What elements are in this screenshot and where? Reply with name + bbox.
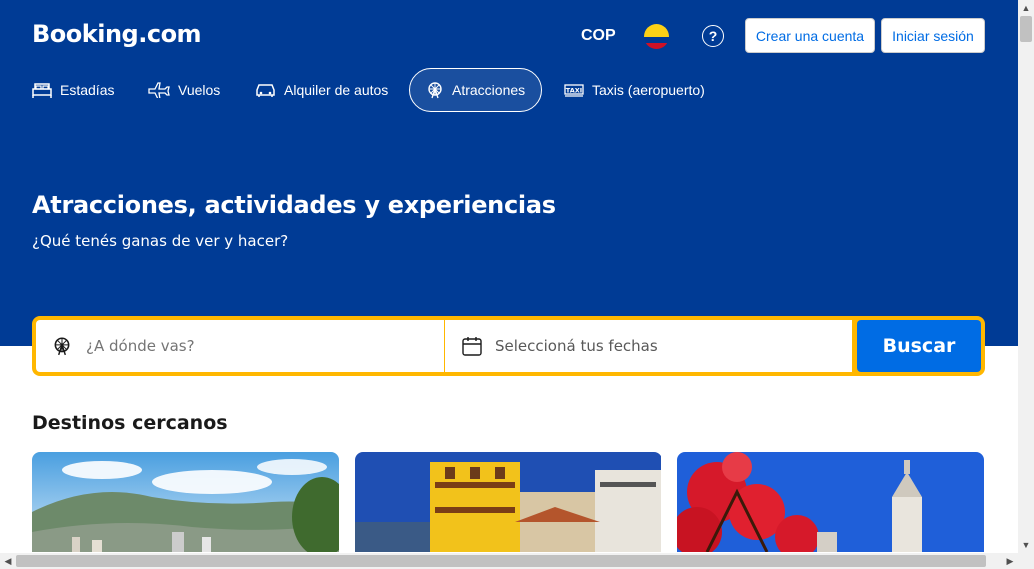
ferris-wheel-icon — [54, 337, 70, 356]
destination-image — [355, 452, 661, 552]
vertical-scrollbar[interactable]: ▲ ▼ — [1018, 0, 1034, 553]
dates-field[interactable]: Seleccioná tus fechas — [445, 320, 852, 372]
page-title: Atracciones, actividades y experiencias — [32, 191, 556, 219]
scroll-right-icon[interactable]: ▶ — [1002, 553, 1018, 569]
booking-logo[interactable]: Booking.com — [32, 20, 202, 48]
destination-image — [677, 452, 984, 552]
create-account-button[interactable]: Crear una cuenta — [745, 18, 875, 53]
nav-attractions[interactable]: Atracciones — [409, 68, 543, 112]
destination-image — [32, 452, 339, 552]
nav-airport-taxis[interactable]: TAXI Taxis (aeropuerto) — [564, 68, 705, 112]
colombia-flag-icon[interactable] — [644, 24, 669, 49]
horizontal-scroll-thumb[interactable] — [16, 555, 986, 567]
horizontal-scrollbar[interactable]: ◀ ▶ — [0, 553, 1034, 569]
bed-icon — [32, 83, 52, 98]
ferris-wheel-icon — [428, 82, 442, 99]
nav-flights[interactable]: Vuelos — [148, 68, 220, 112]
destination-card[interactable] — [32, 452, 339, 552]
nav-stays[interactable]: Estadías — [32, 68, 114, 112]
search-bar: Seleccioná tus fechas Buscar — [32, 316, 985, 376]
currency-selector[interactable]: COP — [581, 27, 616, 45]
hero-banner: Booking.com COP ? Crear una cuenta Inici… — [0, 0, 1018, 346]
search-button[interactable]: Buscar — [857, 320, 981, 372]
nav-label: Taxis (aeropuerto) — [592, 82, 705, 98]
vertical-scroll-thumb[interactable] — [1020, 16, 1032, 42]
nav-label: Alquiler de autos — [284, 82, 389, 98]
destination-card[interactable] — [677, 452, 984, 552]
car-icon — [256, 84, 275, 97]
login-button[interactable]: Iniciar sesión — [881, 18, 985, 53]
nearby-destinations-title: Destinos cercanos — [32, 412, 228, 434]
taxi-icon: TAXI — [564, 84, 584, 97]
svg-text:TAXI: TAXI — [566, 87, 582, 95]
calendar-icon — [462, 337, 482, 356]
nav-label: Vuelos — [178, 82, 221, 98]
scroll-down-icon[interactable]: ▼ — [1018, 537, 1034, 553]
scroll-left-icon[interactable]: ◀ — [0, 553, 16, 569]
nav-car-rental[interactable]: Alquiler de autos — [255, 68, 388, 112]
question-circle-icon[interactable]: ? — [702, 25, 724, 47]
destination-field[interactable] — [36, 320, 444, 372]
plane-icon — [148, 82, 170, 98]
dates-placeholder: Seleccioná tus fechas — [495, 337, 658, 355]
destination-input[interactable] — [84, 336, 388, 356]
destination-card[interactable] — [355, 452, 662, 552]
scroll-up-icon[interactable]: ▲ — [1018, 0, 1034, 16]
page-subtitle: ¿Qué tenés ganas de ver y hacer? — [32, 232, 289, 250]
nav-label: Estadías — [60, 82, 115, 98]
nav-label: Atracciones — [452, 82, 526, 98]
